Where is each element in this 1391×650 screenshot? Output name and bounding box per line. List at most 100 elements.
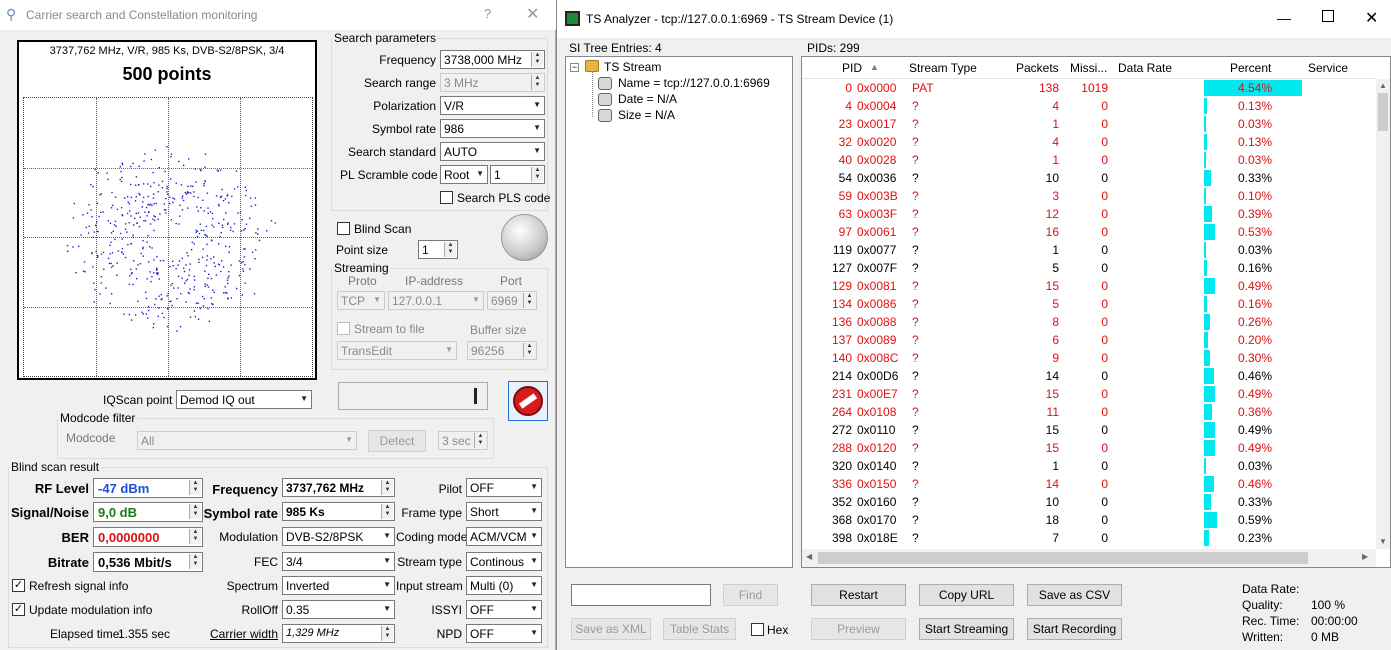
table-row[interactable]: 368 0x0170? 18 0 0.59% xyxy=(802,511,1376,529)
pilot-select[interactable]: OFF xyxy=(466,478,542,497)
pls-mode-select[interactable]: Root xyxy=(440,165,488,184)
col-packets[interactable]: Packets xyxy=(1016,61,1059,75)
table-row[interactable]: 136 0x0088? 8 0 0.26% xyxy=(802,313,1376,331)
table-row[interactable]: 59 0x003B? 3 0 0.10% xyxy=(802,187,1376,205)
table-row[interactable]: 231 0x00E7? 15 0 0.49% xyxy=(802,385,1376,403)
table-row[interactable]: 288 0x0120? 15 0 0.49% xyxy=(802,439,1376,457)
hex-checkbox[interactable] xyxy=(751,623,764,636)
buffer-size-input[interactable]: 96256 ▲ ▼ xyxy=(467,341,537,360)
cell-packets: 138 xyxy=(1038,81,1059,95)
table-row[interactable]: 40 0x0028? 1 0 0.03% xyxy=(802,151,1376,169)
fec-select[interactable]: 3/4 xyxy=(282,552,395,571)
issyi-select[interactable]: OFF xyxy=(466,600,542,619)
constellation-dot xyxy=(243,229,245,231)
polarization-select[interactable]: V/R xyxy=(440,96,545,115)
constellation-dot xyxy=(130,183,132,186)
tree-root[interactable]: TS Stream xyxy=(604,60,661,74)
iqscan-select[interactable]: Demod IQ out xyxy=(176,390,312,409)
preview-button[interactable]: Preview xyxy=(811,618,906,640)
col-data-rate[interactable]: Data Rate xyxy=(1118,61,1172,75)
search-standard-select[interactable]: AUTO xyxy=(440,142,545,161)
table-row[interactable]: 97 0x0061? 16 0 0.53% xyxy=(802,223,1376,241)
table-row[interactable]: 23 0x0017? 1 0 0.03% xyxy=(802,115,1376,133)
ip-select[interactable]: 127.0.0.1 xyxy=(388,291,484,310)
satellite-dish-icon[interactable] xyxy=(501,214,548,261)
constellation-dot xyxy=(163,203,165,205)
input-stream-select[interactable]: Multi (0) xyxy=(466,576,542,595)
detect-time-input[interactable]: 3 sec ▲ ▼ xyxy=(438,431,488,450)
col-service[interactable]: Service xyxy=(1308,61,1348,75)
rolloff-select[interactable]: 0.35 xyxy=(282,600,395,619)
tree-item[interactable]: Date = N/A xyxy=(618,92,677,106)
horizontal-scrollbar[interactable]: ◀ ▶ xyxy=(802,549,1376,567)
tree-item[interactable]: Name = tcp://127.0.0.1:6969 xyxy=(618,76,770,90)
help-button[interactable]: ? xyxy=(484,6,491,21)
detect-button[interactable]: Detect xyxy=(368,430,426,452)
frame-type-select[interactable]: Short xyxy=(466,502,542,521)
cell-pid-hex: 0x0028 xyxy=(857,153,897,167)
percent-bar xyxy=(1204,386,1215,402)
table-row[interactable]: 137 0x0089? 6 0 0.20% xyxy=(802,331,1376,349)
stream-app-select[interactable]: TransEdit xyxy=(337,341,457,360)
table-row[interactable]: 32 0x0020? 4 0 0.13% xyxy=(802,133,1376,151)
close-window-button[interactable]: ✕ xyxy=(1365,8,1378,28)
modulation-select[interactable]: DVB-S2/8PSK xyxy=(282,527,395,546)
table-row[interactable]: 129 0x0081? 15 0 0.49% xyxy=(802,277,1376,295)
col-pid[interactable]: PID xyxy=(842,61,862,75)
table-row[interactable]: 336 0x0150? 14 0 0.46% xyxy=(802,475,1376,493)
stop-button[interactable] xyxy=(508,381,548,421)
npd-select[interactable]: OFF xyxy=(466,624,542,643)
col-missing[interactable]: Missi... xyxy=(1070,61,1107,75)
tree-item[interactable]: Size = N/A xyxy=(618,108,675,122)
save-xml-button[interactable]: Save as XML xyxy=(571,618,651,640)
spectrum-select[interactable]: Inverted xyxy=(282,576,395,595)
table-stats-button[interactable]: Table Stats xyxy=(663,618,736,640)
restart-button[interactable]: Restart xyxy=(811,584,906,606)
modcode-select[interactable]: All xyxy=(137,431,357,450)
refresh-signal-checkbox[interactable]: ✓ xyxy=(12,579,25,592)
close-button[interactable]: ✕ xyxy=(526,4,539,24)
blind-scan-checkbox[interactable] xyxy=(337,222,350,235)
minimize-button[interactable]: — xyxy=(1277,10,1291,26)
coding-mode-select[interactable]: ACM/VCM xyxy=(466,527,542,546)
table-row[interactable]: 134 0x0086? 5 0 0.16% xyxy=(802,295,1376,313)
frequency-input[interactable]: 3738,000 MHz ▲ ▼ xyxy=(440,50,545,69)
vertical-scrollbar[interactable]: ▲ ▼ xyxy=(1376,79,1390,549)
table-row[interactable]: 119 0x0077? 1 0 0.03% xyxy=(802,241,1376,259)
table-row[interactable]: 398 0x018E? 7 0 0.23% xyxy=(802,529,1376,547)
proto-select[interactable]: TCP xyxy=(337,291,385,310)
copy-url-button[interactable]: Copy URL xyxy=(919,584,1014,606)
table-row[interactable]: 352 0x0160? 10 0 0.33% xyxy=(802,493,1376,511)
table-row[interactable]: 320 0x0140? 1 0 0.03% xyxy=(802,457,1376,475)
start-streaming-button[interactable]: Start Streaming xyxy=(919,618,1014,640)
port-input[interactable]: 6969 ▲ ▼ xyxy=(487,291,537,310)
update-modulation-checkbox[interactable]: ✓ xyxy=(12,603,25,616)
table-row[interactable]: 54 0x0036? 10 0 0.33% xyxy=(802,169,1376,187)
table-row[interactable]: 272 0x0110? 15 0 0.49% xyxy=(802,421,1376,439)
find-button[interactable]: Find xyxy=(723,584,778,606)
table-row[interactable]: 140 0x008C? 9 0 0.30% xyxy=(802,349,1376,367)
constellation-dot xyxy=(123,197,126,199)
stream-to-file-checkbox[interactable] xyxy=(337,322,350,335)
table-row[interactable]: 264 0x0108? 11 0 0.36% xyxy=(802,403,1376,421)
start-recording-button[interactable]: Start Recording xyxy=(1027,618,1122,640)
col-stream-type[interactable]: Stream Type xyxy=(909,61,977,75)
col-percent[interactable]: Percent xyxy=(1230,61,1271,75)
table-row[interactable]: 214 0x00D6? 14 0 0.46% xyxy=(802,367,1376,385)
point-size-input[interactable]: 1 ▲ ▼ xyxy=(418,240,458,259)
stream-type-select[interactable]: Continous xyxy=(466,552,542,571)
cell-missing: 0 xyxy=(1101,387,1108,401)
table-row[interactable]: 0 0x0000 PAT 138 1019 4.54% xyxy=(802,79,1376,97)
search-range-input[interactable]: 3 MHz ▲ ▼ xyxy=(440,73,545,92)
table-row[interactable]: 63 0x003F? 12 0 0.39% xyxy=(802,205,1376,223)
collapse-icon[interactable]: − xyxy=(570,63,579,72)
search-pls-checkbox[interactable] xyxy=(440,191,453,204)
pls-code-input[interactable]: 1 ▲ ▼ xyxy=(490,165,545,184)
table-row[interactable]: 4 0x0004? 4 0 0.13% xyxy=(802,97,1376,115)
save-csv-button[interactable]: Save as CSV xyxy=(1027,584,1122,606)
constellation-dot xyxy=(80,234,82,236)
maximize-button[interactable] xyxy=(1322,10,1334,22)
table-row[interactable]: 127 0x007F? 5 0 0.16% xyxy=(802,259,1376,277)
symbol-rate-select[interactable]: 986 xyxy=(440,119,545,138)
find-input[interactable] xyxy=(571,584,711,606)
